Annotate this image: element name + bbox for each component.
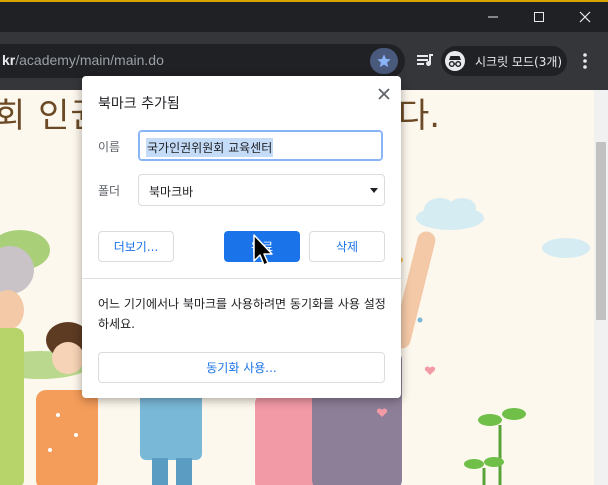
media-control-icon[interactable] [414, 49, 438, 73]
incognito-label: 시크릿 모드(3개) [475, 55, 563, 69]
dialog-title: 북마크 추가됨 [98, 96, 180, 112]
star-icon [377, 54, 391, 68]
name-label: 이름 [98, 140, 121, 154]
folder-label: 폴더 [98, 184, 121, 198]
minimize-button[interactable] [470, 2, 516, 32]
bookmark-star-button[interactable] [370, 48, 398, 74]
page-scrollbar[interactable] [594, 90, 608, 485]
close-icon [579, 11, 591, 23]
maximize-icon [534, 12, 544, 22]
url-path: /academy/main/main.do [15, 52, 164, 68]
folder-select[interactable]: 북마크바 [138, 174, 385, 206]
enable-sync-button[interactable]: 동기화 사용... [98, 352, 385, 383]
bookmark-name-value: 국가인권위원회 교육센터 [146, 138, 274, 157]
delete-button[interactable]: 삭제 [309, 231, 385, 262]
title-bar [0, 0, 608, 32]
minimize-icon [488, 16, 498, 18]
close-window-button[interactable] [562, 2, 608, 32]
address-bar[interactable]: kr/academy/main/main.do [0, 44, 405, 78]
more-button[interactable]: 더보기... [98, 231, 174, 262]
incognito-indicator[interactable]: 시크릿 모드(3개) [441, 46, 567, 76]
bookmark-name-input[interactable]: 국가인권위원회 교육센터 [138, 130, 383, 161]
mouse-pointer-icon [253, 234, 273, 266]
close-icon [378, 88, 390, 100]
incognito-icon [445, 51, 465, 71]
url-text[interactable]: kr/academy/main/main.do [2, 52, 164, 68]
url-host: kr [2, 52, 16, 68]
dialog-close-button[interactable] [374, 84, 394, 104]
page-heading-fragment-end: 다. [398, 96, 441, 136]
folder-selected-value: 북마크바 [149, 185, 194, 199]
scrollbar-thumb[interactable] [596, 142, 606, 320]
sync-message: 어느 기기에서나 북마크를 사용하려면 동기화를 사용 설정하세요. [98, 297, 386, 331]
dropdown-arrow-icon [370, 188, 378, 193]
maximize-button[interactable] [516, 2, 562, 32]
dialog-divider [82, 278, 401, 279]
kebab-menu-icon[interactable] [577, 49, 593, 73]
bookmark-added-dialog: 북마크 추가됨 이름 국가인권위원회 교육센터 폴더 북마크바 더보기... 완… [82, 76, 401, 398]
